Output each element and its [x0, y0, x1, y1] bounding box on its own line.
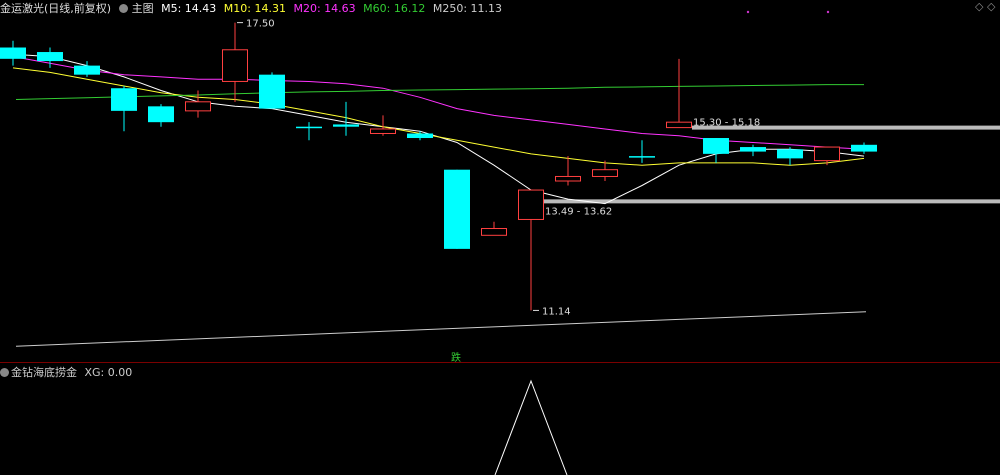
candle-body [555, 175, 581, 182]
candle-body [444, 169, 470, 249]
indicator-name: 金钻海底捞金 [11, 366, 77, 379]
settings-dot-icon[interactable] [118, 4, 128, 13]
candle-body [37, 52, 63, 62]
candle-body [518, 189, 544, 220]
indicator-header: 金钻海底捞金 XG: 0.00 [0, 364, 133, 379]
candle-body [185, 101, 211, 112]
candle-body [481, 228, 507, 236]
candle-body [370, 128, 396, 134]
stock-title: 金运激光(日线,前复权) [0, 2, 112, 15]
main-chart-label: 主图 [131, 2, 154, 15]
candle-body [740, 147, 766, 152]
ma-line-m250 [15, 311, 867, 347]
ma250-value: M250: 11.13 [432, 2, 503, 15]
candle-body [629, 156, 655, 158]
candle-body [0, 47, 26, 59]
ma10-value: M10: 14.31 [223, 2, 286, 15]
low-annotation: 11.14 [542, 306, 571, 317]
candle-body [333, 124, 359, 127]
diamond-icon[interactable]: ◇ ◇ [975, 0, 995, 13]
candle-body [407, 133, 433, 139]
candle-body [111, 88, 137, 111]
candle-body [777, 149, 803, 159]
level1-annotation: 15.30 - 15.18 [693, 118, 760, 129]
candle-body [592, 169, 618, 177]
indicator-dot-icon[interactable] [0, 368, 9, 377]
ma-line-m60 [15, 84, 864, 100]
indicator-value: XG: 0.00 [84, 366, 133, 379]
ma5-value: M5: 14.43 [161, 2, 217, 15]
ma20-value: M20: 14.63 [293, 2, 356, 15]
high-annotation: 17.50 [246, 19, 275, 30]
kline-chart[interactable]: 17.5011.1415.30 - 15.1813.49 - 13.62跌 [0, 0, 1000, 475]
candle-body [814, 146, 840, 162]
indicator-peak-line [494, 379, 568, 475]
candle-body [222, 49, 248, 82]
candle-body [851, 144, 877, 152]
ma-line-m20 [12, 56, 865, 150]
candle-body [296, 126, 322, 129]
marker-dot [826, 10, 830, 14]
candle-body [666, 121, 692, 129]
candle-body [148, 106, 174, 123]
marker-dot [746, 10, 750, 14]
pane-divider [0, 362, 1000, 363]
candle-body [703, 138, 729, 154]
level2-annotation: 13.49 - 13.62 [545, 206, 612, 217]
candle-body [259, 74, 285, 109]
candle-body [74, 65, 100, 75]
main-header: 金运激光(日线,前复权) 主图 M5: 14.43 M10: 14.31 M20… [0, 0, 506, 15]
ma60-value: M60: 16.12 [363, 2, 426, 15]
